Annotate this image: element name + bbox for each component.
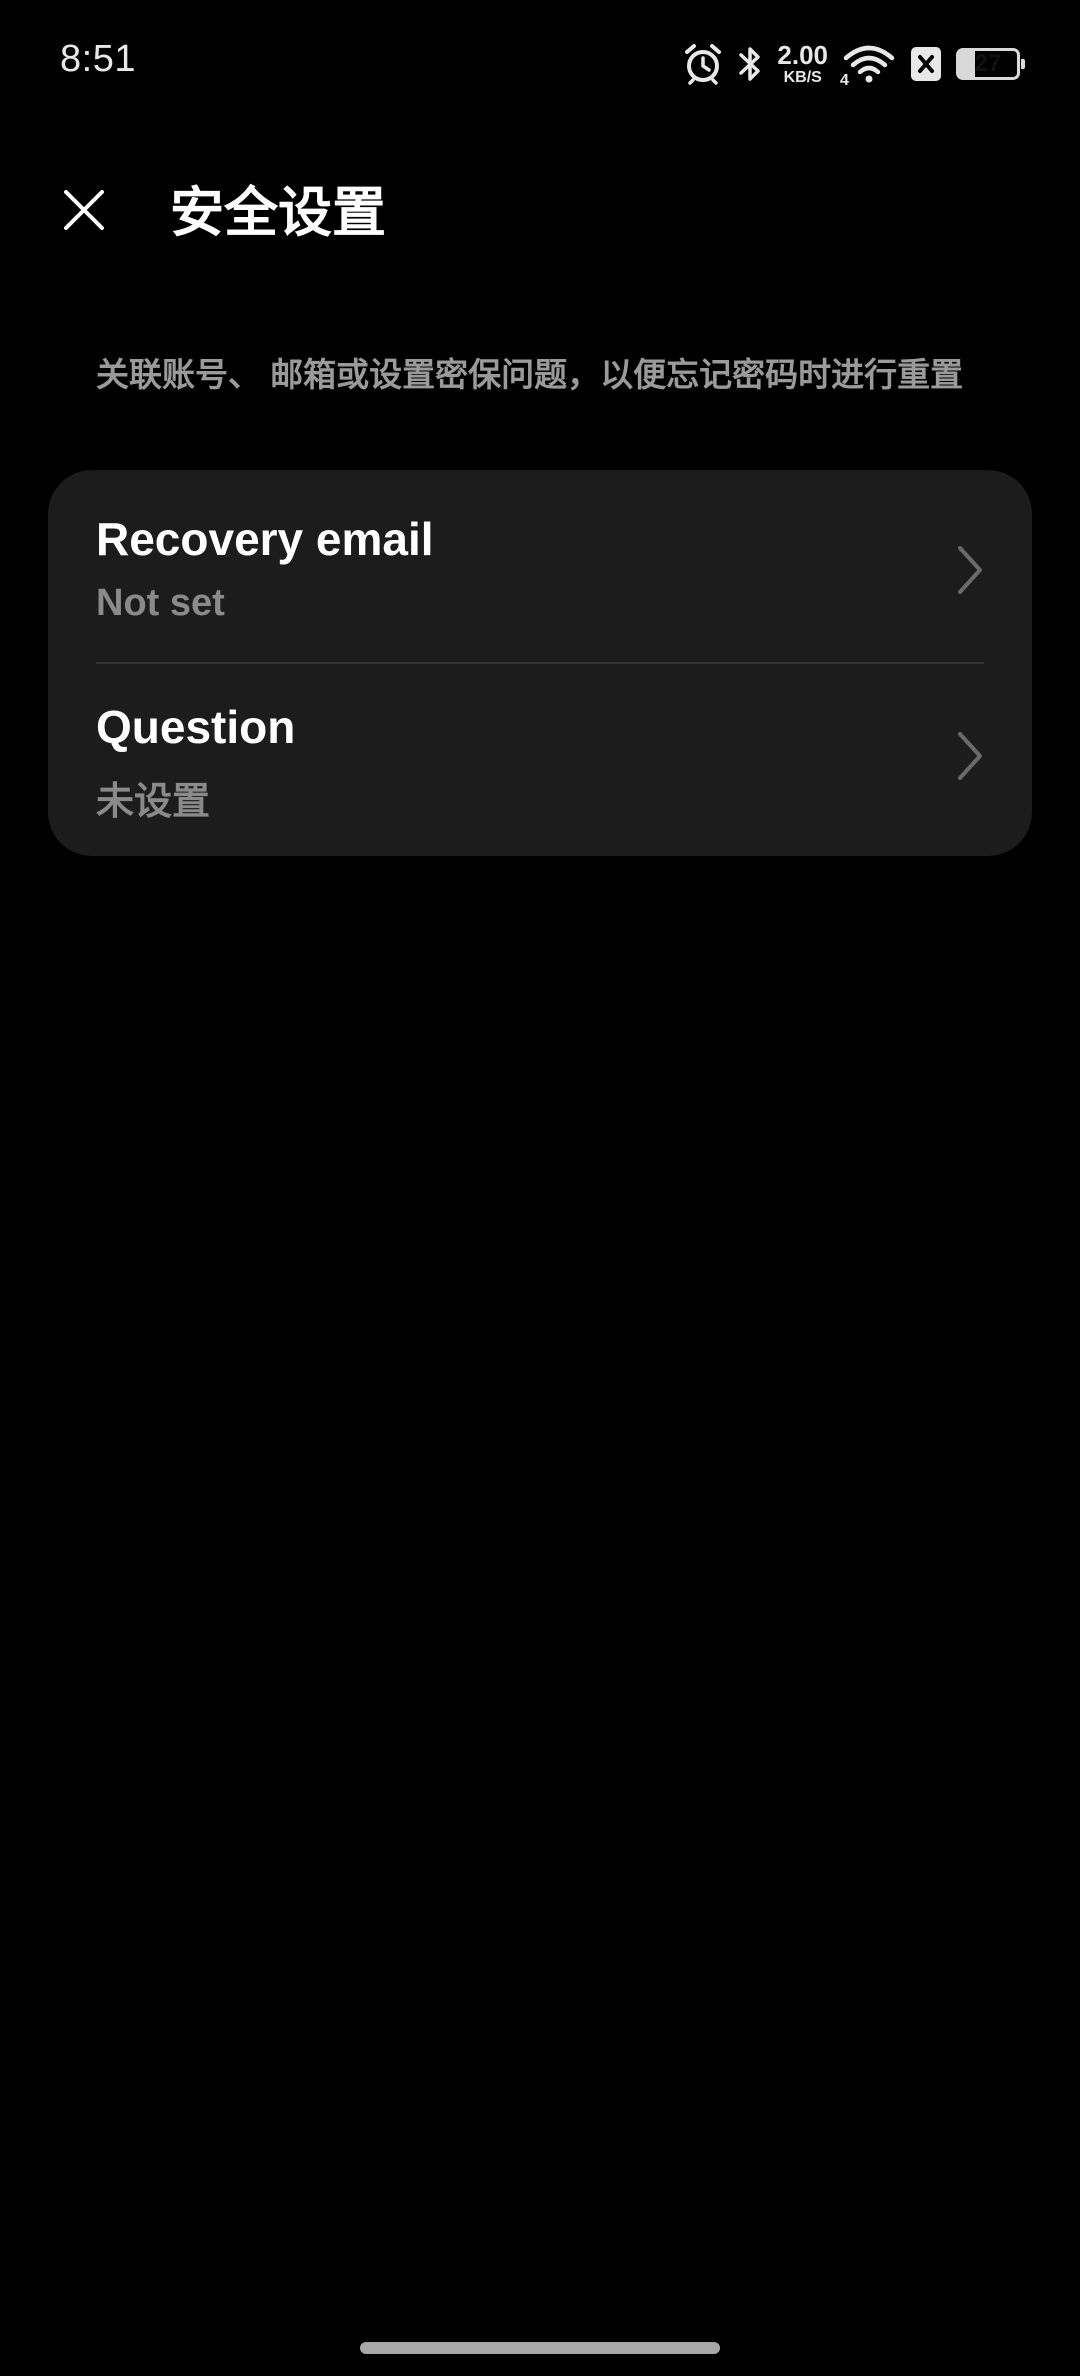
recovery-email-value: Not set <box>96 582 225 624</box>
section-description: 关联账号、 邮箱或设置密保问题，以便忘记密码时进行重置 <box>96 356 964 393</box>
status-icons: 2.00 KB/S 4 27 <box>683 36 1025 92</box>
close-button[interactable] <box>44 170 124 250</box>
battery-level: 27 <box>974 50 1002 77</box>
recovery-email-title: Recovery email <box>96 513 434 565</box>
close-icon <box>64 190 104 230</box>
security-question-value: 未设置 <box>96 781 211 823</box>
battery-icon: 27 <box>956 48 1025 80</box>
status-bar: 8:51 2.00 KB/S 4 27 <box>0 0 1080 130</box>
page-title: 安全设置 <box>170 183 386 243</box>
home-indicator[interactable] <box>360 2342 720 2354</box>
security-question-row[interactable]: Question 未设置 <box>48 660 1032 850</box>
header: 安全设置 <box>0 150 1080 250</box>
status-time: 8:51 <box>60 38 136 80</box>
chevron-right-icon <box>952 540 988 600</box>
alarm-icon <box>683 43 723 85</box>
network-speed-unit: KB/S <box>783 69 822 86</box>
chevron-right-icon <box>952 726 988 786</box>
network-type-label: 4 <box>840 72 849 89</box>
network-speed: 2.00 KB/S <box>777 42 828 86</box>
network-speed-value: 2.00 <box>777 40 828 70</box>
wifi-icon: 4 <box>840 44 896 89</box>
security-options-card: Recovery email Not set Question 未设置 <box>48 470 1032 856</box>
security-question-title: Question <box>96 701 296 753</box>
no-sim-icon <box>910 46 942 82</box>
bluetooth-icon <box>737 44 763 84</box>
recovery-email-row[interactable]: Recovery email Not set <box>48 470 1032 660</box>
